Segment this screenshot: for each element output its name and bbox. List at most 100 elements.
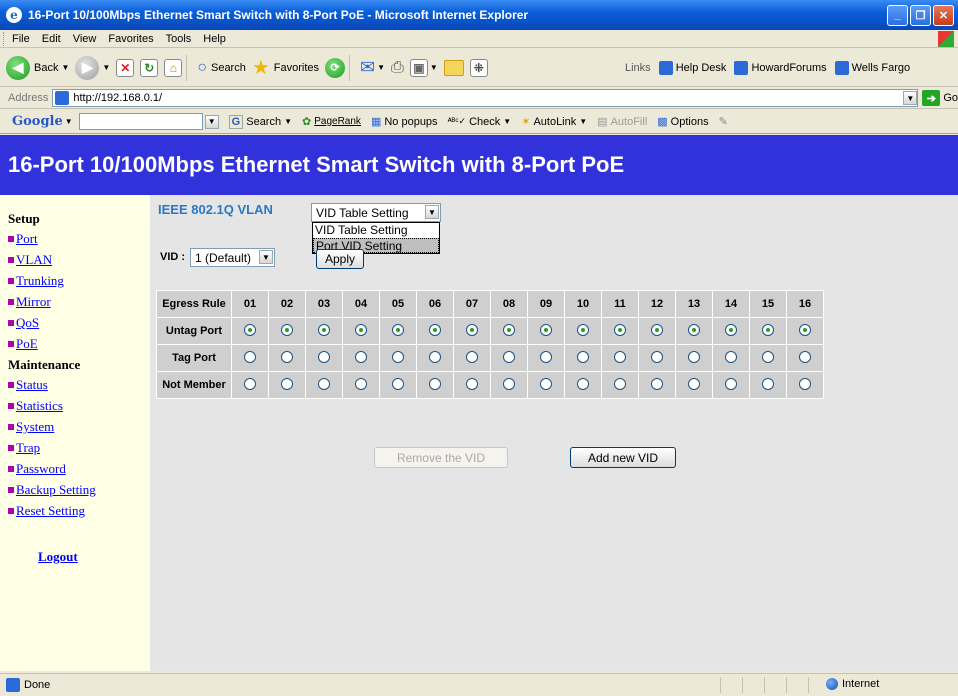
google-search-input[interactable] — [78, 113, 203, 130]
sidebar-item-trap[interactable]: Trap — [8, 440, 150, 456]
home-button[interactable]: ⌂ — [164, 58, 183, 77]
link-help-desk[interactable]: Help Desk — [658, 61, 726, 75]
sidebar-item-backup-setting[interactable]: Backup Setting — [8, 482, 150, 498]
port-radio[interactable] — [577, 323, 589, 336]
port-radio[interactable] — [540, 350, 552, 363]
sidebar-item-statistics[interactable]: Statistics — [8, 398, 150, 414]
print-button[interactable]: ⎙ — [391, 59, 404, 77]
chevron-down-icon[interactable]: ▼ — [259, 250, 273, 264]
port-radio[interactable] — [503, 323, 515, 336]
port-radio[interactable] — [688, 377, 700, 390]
mail-button[interactable]: ✉ ▼ — [360, 57, 385, 78]
edit-button[interactable]: ▣ ▼ — [409, 58, 438, 77]
address-input[interactable]: http://192.168.0.1/ ▼ — [52, 89, 919, 107]
sidebar-item-status[interactable]: Status — [8, 377, 150, 393]
link-wells-fargo[interactable]: Wells Fargo — [834, 61, 910, 75]
port-radio[interactable] — [429, 350, 441, 363]
favorites-button[interactable]: ★ Favorites — [252, 55, 319, 80]
sidebar-item-qos[interactable]: QoS — [8, 315, 150, 331]
port-radio[interactable] — [281, 323, 293, 336]
port-radio[interactable] — [429, 323, 441, 336]
menu-favorites[interactable]: Favorites — [108, 33, 153, 45]
google-logo[interactable]: Google — [12, 114, 63, 129]
option-vid-table-setting[interactable]: VID Table Setting — [313, 223, 439, 238]
go-button[interactable]: ➔ Go — [922, 90, 958, 106]
port-radio[interactable] — [244, 323, 256, 336]
port-radio[interactable] — [614, 350, 626, 363]
port-radio[interactable] — [688, 323, 700, 336]
port-radio[interactable] — [614, 323, 626, 336]
add-new-vid-button[interactable]: Add new VID — [570, 447, 676, 468]
sidebar-item-reset-setting[interactable]: Reset Setting — [8, 503, 150, 519]
history-button[interactable]: ⟳ — [325, 57, 346, 78]
chevron-down-icon[interactable]: ▼ — [425, 205, 439, 219]
port-radio[interactable] — [540, 377, 552, 390]
logout-link[interactable]: Logout — [38, 549, 150, 565]
forward-button[interactable]: ▶ ▼ — [75, 55, 110, 80]
menu-edit[interactable]: Edit — [42, 33, 61, 45]
remove-vid-button[interactable]: Remove the VID — [374, 447, 508, 468]
port-radio[interactable] — [762, 323, 774, 336]
port-radio[interactable] — [318, 377, 330, 390]
port-radio[interactable] — [281, 350, 293, 363]
port-radio[interactable] — [725, 323, 737, 336]
port-radio[interactable] — [577, 350, 589, 363]
menu-grip[interactable] — [3, 31, 6, 46]
menu-view[interactable]: View — [73, 33, 97, 45]
sidebar-item-vlan[interactable]: VLAN — [8, 252, 150, 268]
port-radio[interactable] — [762, 350, 774, 363]
port-radio[interactable] — [688, 350, 700, 363]
menu-file[interactable]: File — [12, 33, 30, 45]
vid-select[interactable]: 1 (Default) ▼ — [190, 248, 275, 267]
port-radio[interactable] — [466, 323, 478, 336]
sidebar-item-mirror[interactable]: Mirror — [8, 294, 150, 310]
menu-help[interactable]: Help — [203, 33, 226, 45]
autolink-button[interactable]: ✶ AutoLink ▼ — [521, 115, 587, 129]
google-search-button[interactable]: G Search ▼ — [228, 114, 292, 129]
sidebar-item-port[interactable]: Port — [8, 231, 150, 247]
spellcheck-button[interactable]: ᴬᴮᶜ✓ Check ▼ — [448, 116, 512, 128]
port-radio[interactable] — [725, 377, 737, 390]
apply-button[interactable]: Apply — [316, 249, 364, 269]
port-radio[interactable] — [355, 323, 367, 336]
port-radio[interactable] — [466, 377, 478, 390]
back-button[interactable]: ◀ Back ▼ — [6, 55, 69, 80]
port-radio[interactable] — [244, 377, 256, 390]
vlan-mode-select[interactable]: VID Table Setting ▼ — [311, 203, 441, 222]
sidebar-item-password[interactable]: Password — [8, 461, 150, 477]
port-radio[interactable] — [799, 323, 811, 336]
popup-blocker-button[interactable]: ▦ No popups — [371, 115, 438, 129]
port-radio[interactable] — [392, 377, 404, 390]
port-radio[interactable] — [762, 377, 774, 390]
port-radio[interactable] — [355, 377, 367, 390]
port-radio[interactable] — [355, 350, 367, 363]
port-radio[interactable] — [799, 377, 811, 390]
port-radio[interactable] — [651, 323, 663, 336]
research-button[interactable]: ⁜ — [469, 58, 488, 77]
autofill-button[interactable]: ▤ AutoFill — [597, 115, 647, 129]
pagerank-button[interactable]: ✿ PageRank — [302, 115, 361, 128]
port-radio[interactable] — [318, 350, 330, 363]
restore-button[interactable]: ❐ — [910, 4, 931, 26]
address-dropdown-icon[interactable]: ▼ — [903, 91, 918, 105]
refresh-button[interactable]: ↻ — [140, 58, 159, 77]
google-search-dropdown-icon[interactable]: ▼ — [204, 114, 219, 129]
folder-button[interactable] — [443, 59, 464, 76]
sidebar-item-system[interactable]: System — [8, 419, 150, 435]
port-radio[interactable] — [651, 350, 663, 363]
menu-tools[interactable]: Tools — [166, 33, 192, 45]
port-radio[interactable] — [281, 377, 293, 390]
port-radio[interactable] — [466, 350, 478, 363]
sidebar-item-poe[interactable]: PoE — [8, 336, 150, 352]
port-radio[interactable] — [318, 323, 330, 336]
search-button[interactable]: ○ Search — [197, 59, 246, 77]
options-button[interactable]: ▩ Options — [657, 115, 708, 129]
port-radio[interactable] — [429, 377, 441, 390]
highlight-button[interactable]: ✎ — [719, 115, 728, 128]
port-radio[interactable] — [651, 377, 663, 390]
port-radio[interactable] — [392, 350, 404, 363]
port-radio[interactable] — [503, 350, 515, 363]
port-radio[interactable] — [614, 377, 626, 390]
minimize-button[interactable]: _ — [887, 4, 908, 26]
sidebar-item-trunking[interactable]: Trunking — [8, 273, 150, 289]
